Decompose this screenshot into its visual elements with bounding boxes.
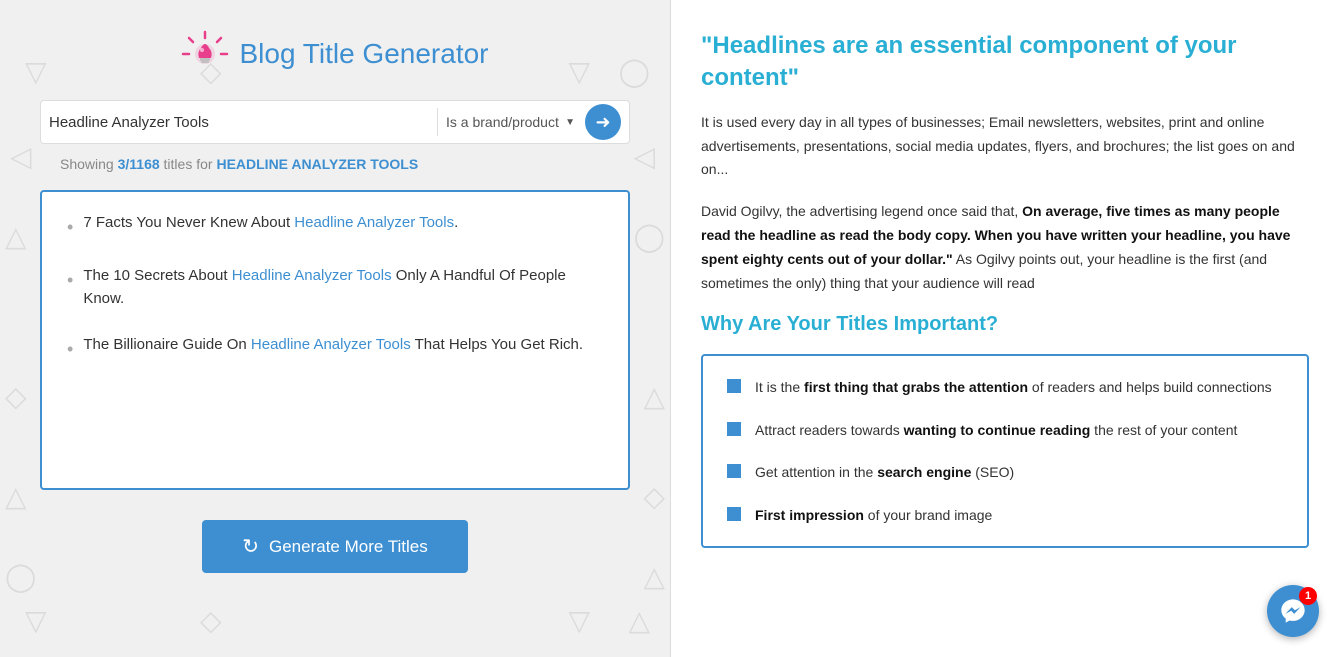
info-item-2: Attract readers towards wanting to conti… bbox=[727, 419, 1283, 441]
search-button[interactable]: ➜ bbox=[585, 104, 621, 140]
square-bullet-icon bbox=[727, 507, 741, 521]
logo-area: Blog Title Generator bbox=[181, 30, 488, 78]
info-text-3: Get attention in the search engine (SEO) bbox=[755, 461, 1014, 483]
chat-bubble-button[interactable]: 1 bbox=[1267, 585, 1319, 637]
result-text-2: The 10 Secrets About Headline Analyzer T… bbox=[83, 265, 603, 310]
generate-more-button[interactable]: ↻ Generate More Titles bbox=[202, 520, 468, 573]
info-text-4: First impression of your brand image bbox=[755, 504, 992, 526]
square-bullet-icon bbox=[727, 422, 741, 436]
right-panel: "Headlines are an essential component of… bbox=[670, 0, 1339, 657]
result-item: • The 10 Secrets About Headline Analyzer… bbox=[67, 265, 603, 310]
para-1: It is used every day in all types of bus… bbox=[701, 111, 1309, 182]
result-item: • 7 Facts You Never Knew About Headline … bbox=[67, 212, 603, 241]
info-text-1: It is the first thing that grabs the att… bbox=[755, 376, 1272, 398]
showing-middle: titles for bbox=[160, 156, 217, 172]
bullet-icon: • bbox=[67, 336, 73, 363]
info-item-1: It is the first thing that grabs the att… bbox=[727, 376, 1283, 398]
main-quote: "Headlines are an essential component of… bbox=[701, 30, 1309, 95]
result-link-3[interactable]: Headline Analyzer Tools bbox=[251, 336, 411, 353]
result-link-2[interactable]: Headline Analyzer Tools bbox=[232, 267, 392, 284]
bulb-icon bbox=[181, 30, 229, 78]
refresh-icon: ↻ bbox=[242, 534, 259, 559]
showing-keyword: HEADLINE ANALYZER TOOLS bbox=[216, 156, 418, 172]
showing-count: 3/1168 bbox=[118, 156, 160, 172]
info-box: It is the first thing that grabs the att… bbox=[701, 354, 1309, 548]
result-text-1: 7 Facts You Never Knew About Headline An… bbox=[83, 212, 458, 235]
why-important-heading: Why Are Your Titles Important? bbox=[701, 313, 1309, 336]
showing-text: Showing 3/1168 titles for HEADLINE ANALY… bbox=[20, 156, 418, 172]
generate-btn-label: Generate More Titles bbox=[269, 537, 428, 557]
showing-prefix: Showing bbox=[60, 156, 118, 172]
square-bullet-icon bbox=[727, 379, 741, 393]
bullet-icon: • bbox=[67, 214, 73, 241]
search-bar: Is a brand/product Is a keyword Is a top… bbox=[40, 100, 630, 144]
result-item: • The Billionaire Guide On Headline Anal… bbox=[67, 334, 603, 363]
app-title: Blog Title Generator bbox=[239, 38, 488, 70]
result-text-3: The Billionaire Guide On Headline Analyz… bbox=[83, 334, 583, 357]
search-divider bbox=[437, 108, 438, 136]
square-bullet-icon bbox=[727, 464, 741, 478]
info-item-4: First impression of your brand image bbox=[727, 504, 1283, 526]
category-dropdown[interactable]: Is a brand/product Is a keyword Is a top… bbox=[446, 114, 575, 130]
result-link-1[interactable]: Headline Analyzer Tools bbox=[294, 214, 454, 231]
results-box: • 7 Facts You Never Knew About Headline … bbox=[40, 190, 630, 490]
bullet-icon: • bbox=[67, 267, 73, 294]
search-input[interactable] bbox=[49, 114, 429, 131]
info-item-3: Get attention in the search engine (SEO) bbox=[727, 461, 1283, 483]
para-2: David Ogilvy, the advertising legend onc… bbox=[701, 200, 1309, 295]
arrow-right-icon: ➜ bbox=[595, 112, 610, 133]
dropdown-wrapper: Is a brand/product Is a keyword Is a top… bbox=[446, 114, 575, 130]
left-panel: ▽ ◇ ▽ ◯ ◁ ◁ △ ◇ △ ◯ ◯ △ ◇ △ ▽ ◇ ▽ △ bbox=[0, 0, 670, 657]
para2-prefix: David Ogilvy, the advertising legend onc… bbox=[701, 203, 1022, 219]
chat-badge: 1 bbox=[1299, 587, 1317, 605]
info-text-2: Attract readers towards wanting to conti… bbox=[755, 419, 1237, 441]
